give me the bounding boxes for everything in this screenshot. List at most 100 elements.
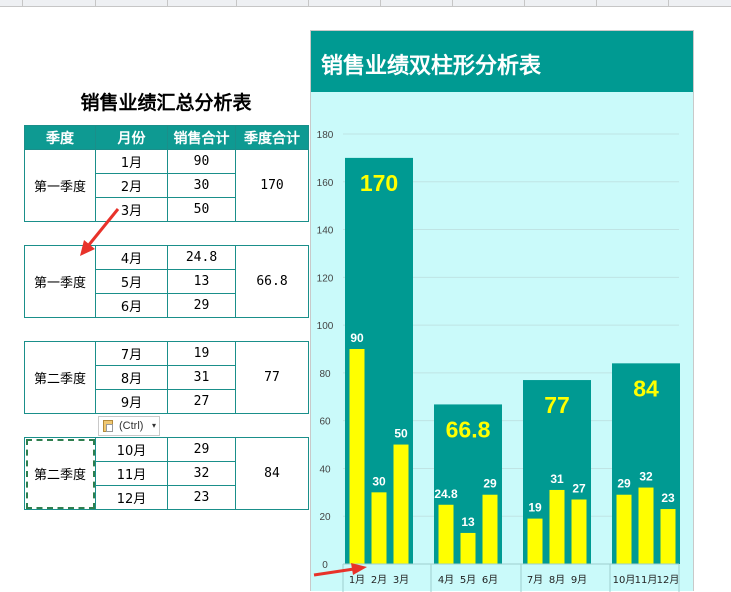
month-axis-label: 3月 — [393, 574, 409, 586]
month-axis-label: 4月 — [438, 574, 454, 586]
month-bar — [571, 499, 587, 564]
table-row: 第一季度 4月 24.8 66.8 — [24, 245, 309, 318]
month-bar-label: 19 — [528, 501, 542, 515]
y-tick-label: 60 — [319, 417, 331, 428]
month-bar-label: 13 — [461, 515, 475, 529]
quarter-cell-selected[interactable]: 第二季度 — [24, 437, 96, 510]
month-bar-label: 27 — [572, 482, 586, 496]
header-quarter-total[interactable]: 季度合计 — [235, 125, 309, 150]
month-axis-label: 9月 — [571, 574, 587, 586]
month-bar-label: 24.8 — [434, 487, 458, 501]
sales-cell[interactable]: 32 — [167, 461, 236, 486]
table-row: 第二季度 10月 29 84 — [24, 437, 309, 510]
quarter-total-cell[interactable]: 66.8 — [235, 245, 309, 318]
paste-options-label: (Ctrl) — [119, 420, 144, 432]
month-bar — [438, 504, 454, 564]
month-axis-label: 10月 — [613, 574, 636, 586]
month-bar — [371, 492, 387, 564]
month-cell[interactable]: 5月 — [95, 269, 168, 294]
quarter-cell[interactable]: 第二季度 — [24, 341, 96, 414]
summary-table-block-1: 季度 月份 销售合计 季度合计 第一季度 1月 90 170 2月 30 3月 … — [24, 125, 309, 222]
month-bar-label: 31 — [550, 472, 564, 486]
month-axis-label: 12月 — [657, 574, 680, 586]
header-month[interactable]: 月份 — [95, 125, 168, 150]
month-bar — [393, 444, 409, 564]
paste-options-button[interactable]: (Ctrl) ▾ — [98, 416, 160, 436]
table-row: 第二季度 7月 19 77 — [24, 341, 309, 414]
chart-area[interactable]: 销售业绩双柱形分析表 0 20 40 60 80 100 120 140 160 180 170 90… — [310, 30, 694, 592]
month-axis-label: 11月 — [635, 574, 658, 586]
chart-header: 销售业绩双柱形分析表 — [311, 31, 693, 92]
summary-table-block-4: 第二季度 10月 29 84 11月 32 12月 23 — [24, 437, 309, 510]
month-cell[interactable]: 8月 — [95, 365, 168, 390]
sales-cell[interactable]: 30 — [167, 173, 236, 198]
month-cell[interactable]: 6月 — [95, 293, 168, 318]
sales-cell[interactable]: 24.8 — [167, 245, 236, 270]
quarter-total-label: 84 — [633, 375, 659, 401]
y-tick-label: 120 — [317, 273, 334, 284]
month-bar-label: 32 — [639, 470, 653, 484]
quarter-total-cell[interactable]: 84 — [235, 437, 309, 510]
y-tick-label: 80 — [319, 369, 331, 380]
month-bar — [660, 509, 676, 564]
month-bar — [349, 349, 365, 564]
sales-cell[interactable]: 13 — [167, 269, 236, 294]
table-header-row: 季度 月份 销售合计 季度合计 — [24, 125, 309, 150]
y-tick-label: 100 — [317, 321, 334, 332]
sales-cell[interactable]: 31 — [167, 365, 236, 390]
month-axis-label: 2月 — [371, 574, 387, 586]
quarter-total-label: 170 — [360, 170, 398, 196]
month-axis-label: 6月 — [482, 574, 498, 586]
month-axis-label: 5月 — [460, 574, 476, 586]
month-cell[interactable]: 9月 — [95, 389, 168, 414]
month-cell[interactable]: 2月 — [95, 173, 168, 198]
quarter-total-label: 66.8 — [446, 416, 491, 442]
clipboard-icon — [103, 420, 113, 432]
month-axis-label: 8月 — [549, 574, 565, 586]
y-tick-label: 40 — [319, 464, 331, 475]
sales-cell[interactable]: 19 — [167, 341, 236, 366]
month-bar-label: 29 — [617, 477, 631, 491]
dropdown-arrow-icon: ▾ — [151, 421, 156, 430]
plot-area: 020406080100120140160180170901月302月503月第… — [317, 130, 680, 592]
y-tick-label: 160 — [317, 178, 334, 189]
red-arrow-icon — [80, 208, 120, 256]
y-tick-label: 180 — [317, 130, 334, 141]
red-arrow-icon — [313, 563, 367, 577]
month-bar-label: 90 — [350, 331, 364, 345]
sales-cell[interactable]: 50 — [167, 197, 236, 222]
header-quarter[interactable]: 季度 — [24, 125, 96, 150]
month-bar — [482, 494, 498, 564]
month-cell[interactable]: 12月 — [95, 485, 168, 510]
month-bar-label: 30 — [372, 474, 386, 488]
month-cell[interactable]: 1月 — [95, 149, 168, 174]
column-header-strip — [0, 0, 731, 7]
table-row: 第一季度 1月 90 170 — [24, 149, 309, 222]
quarter-total-label: 77 — [544, 392, 570, 418]
month-bar — [527, 518, 543, 564]
summary-table-block-3: 第二季度 7月 19 77 8月 31 9月 27 — [24, 341, 309, 414]
sales-cell[interactable]: 29 — [167, 437, 236, 462]
sales-cell[interactable]: 23 — [167, 485, 236, 510]
month-bar — [616, 494, 632, 564]
quarter-total-cell[interactable]: 170 — [235, 149, 309, 222]
month-cell[interactable]: 10月 — [95, 437, 168, 462]
month-bar — [460, 532, 476, 564]
month-cell[interactable]: 11月 — [95, 461, 168, 486]
summary-table-block-2: 第一季度 4月 24.8 66.8 5月 13 6月 29 — [24, 245, 309, 318]
month-bar-label: 50 — [394, 427, 408, 441]
month-bar — [549, 489, 565, 564]
y-tick-label: 140 — [317, 226, 334, 237]
y-tick-label: 20 — [319, 512, 331, 523]
month-bar-label: 29 — [483, 477, 497, 491]
month-bar — [638, 487, 654, 564]
sales-cell[interactable]: 27 — [167, 389, 236, 414]
month-axis-label: 7月 — [527, 574, 543, 586]
quarter-total-cell[interactable]: 77 — [235, 341, 309, 414]
sheet-title: 销售业绩汇总分析表 — [80, 92, 252, 114]
month-cell[interactable]: 7月 — [95, 341, 168, 366]
month-bar-label: 23 — [661, 491, 675, 505]
sales-cell[interactable]: 29 — [167, 293, 236, 318]
header-sales[interactable]: 销售合计 — [167, 125, 236, 150]
sales-cell[interactable]: 90 — [167, 149, 236, 174]
